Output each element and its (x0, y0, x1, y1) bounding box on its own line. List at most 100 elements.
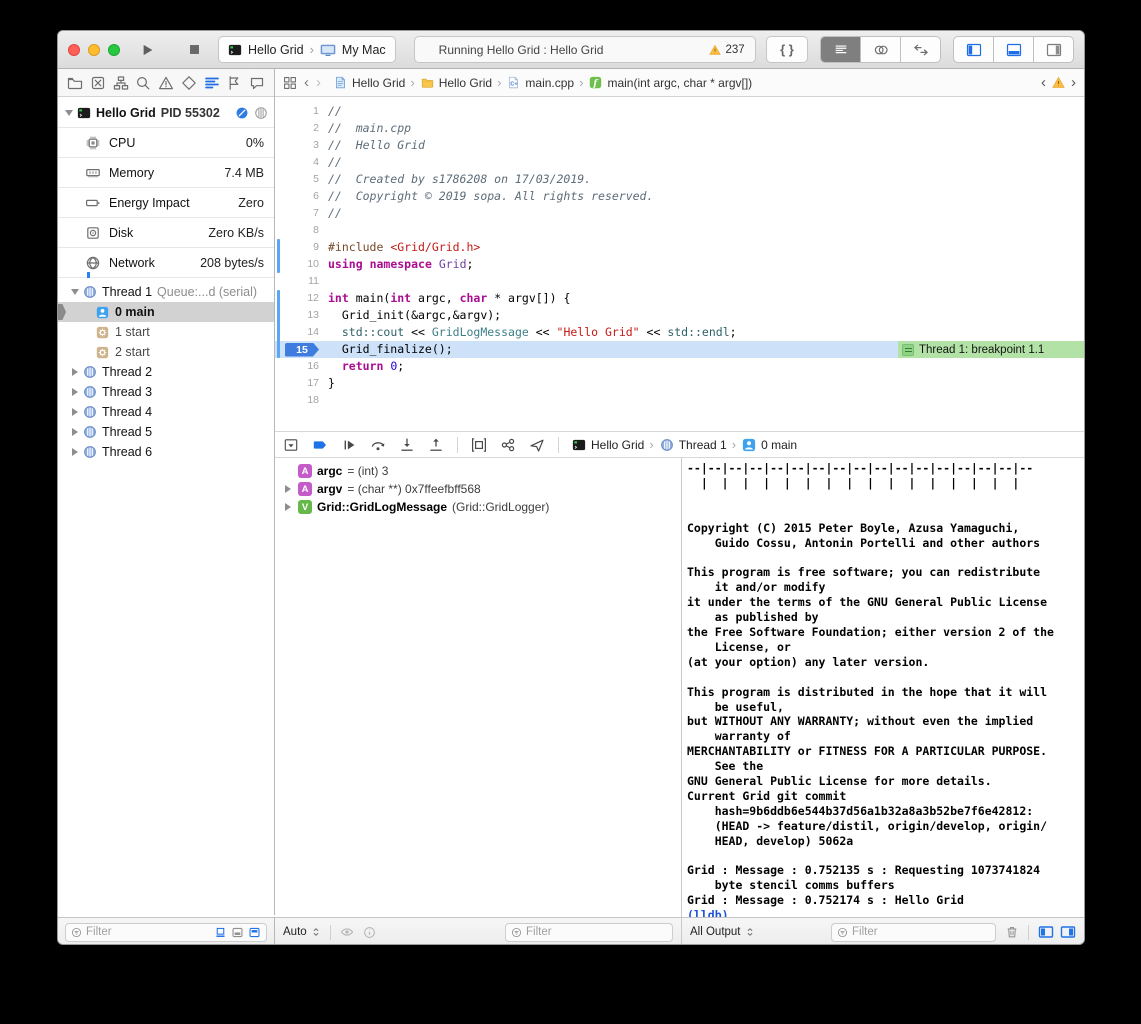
step-over-icon[interactable] (370, 437, 386, 453)
code-line-15[interactable]: 15 Grid_finalize();Thread 1: breakpoint … (275, 341, 1084, 358)
line-number[interactable]: 13 (275, 307, 319, 324)
continue-icon[interactable] (341, 437, 357, 453)
disclosure-triangle[interactable] (72, 368, 78, 376)
debug-navigator-icon[interactable] (204, 75, 220, 91)
disclosure-triangle[interactable] (65, 110, 73, 116)
gauge-row-disk[interactable]: DiskZero KB/s (58, 218, 274, 248)
thread-view-toggle-icon[interactable] (254, 106, 268, 120)
issue-navigator-icon[interactable] (158, 75, 174, 91)
location-icon[interactable] (529, 437, 545, 453)
view-mode-filter-icon[interactable] (248, 926, 261, 939)
variable-row[interactable]: VGrid::GridLogMessage(Grid::GridLogger) (275, 498, 681, 516)
toggle-debug-area-button[interactable] (994, 37, 1034, 62)
line-number[interactable]: 9 (275, 239, 319, 256)
line-number[interactable]: 6 (275, 188, 319, 205)
code-line-10[interactable]: 10using namespace Grid; (275, 256, 1084, 273)
navigator-filter-input[interactable] (86, 926, 210, 938)
disclosure-triangle[interactable] (72, 388, 78, 396)
source-control-navigator-icon[interactable] (90, 75, 106, 91)
info-icon[interactable] (363, 926, 376, 939)
step-out-icon[interactable] (428, 437, 444, 453)
line-number[interactable]: 15 (275, 341, 319, 359)
breadcrumb-item[interactable]: fmain(int argc, char * argv[]) (589, 76, 752, 90)
console-filter-field[interactable] (831, 923, 996, 942)
debug-breadcrumb-item[interactable]: 0 main (742, 438, 797, 452)
standard-editor-button[interactable] (821, 37, 861, 62)
code-line-9[interactable]: 9#include <Grid/Grid.h> (275, 239, 1084, 256)
thread-row[interactable]: Thread 6 (58, 442, 274, 462)
related-items-icon[interactable] (283, 76, 297, 90)
step-into-icon[interactable] (399, 437, 415, 453)
code-line-18[interactable]: 18 (275, 392, 1084, 409)
code-line-12[interactable]: 12int main(int argc, char * argv[]) { (275, 290, 1084, 307)
assistant-editor-button[interactable] (861, 37, 901, 62)
code-line-16[interactable]: 16 return 0; (275, 358, 1084, 375)
variables-filter-input[interactable] (526, 926, 667, 938)
console-filter-input[interactable] (852, 926, 990, 938)
code-line-3[interactable]: 3// Hello Grid (275, 137, 1084, 154)
breakpoints-toggle-icon[interactable] (312, 437, 328, 453)
close-window-button[interactable] (68, 44, 80, 56)
breadcrumb-item[interactable]: Hello Grid› (421, 75, 502, 90)
line-number[interactable]: 17 (275, 375, 319, 392)
disclosure-triangle[interactable] (72, 448, 78, 456)
toggle-inspectors-button[interactable] (1034, 37, 1073, 62)
stop-button[interactable] (180, 37, 208, 63)
variable-row[interactable]: Aargv= (char **) 0x7ffeefbff568 (275, 480, 681, 498)
breadcrumb-item[interactable]: Hello Grid› (334, 75, 415, 90)
warning-count-badge[interactable]: 237 (709, 44, 744, 56)
code-line-14[interactable]: 14 std::cout << GridLogMessage << "Hello… (275, 324, 1084, 341)
test-navigator-icon[interactable] (181, 75, 197, 91)
code-line-17[interactable]: 17} (275, 375, 1084, 392)
disclosure-triangle[interactable] (285, 485, 291, 493)
forward-button[interactable]: › (316, 75, 321, 90)
quicklook-eye-icon[interactable] (340, 925, 354, 939)
code-line-6[interactable]: 6// Copyright © 2019 sopa. All rights re… (275, 188, 1084, 205)
stack-frame-row[interactable]: 2 start (58, 342, 274, 362)
code-line-8[interactable]: 8 (275, 222, 1084, 239)
project-navigator-icon[interactable] (67, 75, 83, 91)
code-line-7[interactable]: 7// (275, 205, 1084, 222)
source-editor[interactable]: 1//2// main.cpp3// Hello Grid4//5// Crea… (275, 97, 1084, 431)
clear-console-button[interactable] (1005, 925, 1019, 939)
breakpoint-line-badge[interactable]: 15 (285, 343, 319, 357)
line-number[interactable]: 11 (275, 273, 319, 290)
minimize-window-button[interactable] (88, 44, 100, 56)
gauge-row-cpu[interactable]: CPU0% (58, 127, 274, 158)
find-navigator-icon[interactable] (135, 75, 151, 91)
stack-frame-row[interactable]: 1 start (58, 322, 274, 342)
next-issue-button[interactable]: › (1071, 75, 1076, 90)
line-number[interactable]: 14 (275, 324, 319, 341)
code-line-2[interactable]: 2// main.cpp (275, 120, 1084, 137)
variable-row[interactable]: Aargc= (int) 3 (275, 462, 681, 480)
line-number[interactable]: 1 (275, 103, 319, 120)
scheme-selector[interactable]: Hello Grid › My Mac (218, 36, 396, 63)
line-number[interactable]: 16 (275, 358, 319, 375)
toggle-navigator-button[interactable] (954, 37, 994, 62)
variables-scope-popup[interactable]: Auto (283, 926, 321, 938)
breakpoint-hit-badge[interactable]: Thread 1: breakpoint 1.1 (898, 341, 1084, 358)
gauge-row-energy-impact[interactable]: Energy ImpactZero (58, 188, 274, 218)
variables-pane-toggle[interactable] (1038, 924, 1054, 940)
pause-gauges-icon[interactable] (235, 106, 249, 120)
thread-row[interactable]: Thread 2 (58, 362, 274, 382)
thread-row[interactable]: Thread 1Queue:...d (serial) (58, 282, 274, 302)
line-number[interactable]: 5 (275, 171, 319, 188)
console-output-popup[interactable]: All Output (690, 926, 755, 938)
console-view[interactable]: --|--|--|--|--|--|--|--|--|--|--|--|--|-… (681, 458, 1084, 917)
thread-row[interactable]: Thread 3 (58, 382, 274, 402)
gauge-row-memory[interactable]: Memory7.4 MB (58, 158, 274, 188)
line-number[interactable]: 3 (275, 137, 319, 154)
stack-frame-row[interactable]: 0 main (58, 302, 274, 322)
previous-issue-button[interactable]: ‹ (1041, 75, 1046, 90)
code-line-5[interactable]: 5// Created by s1786208 on 17/03/2019. (275, 171, 1084, 188)
line-number[interactable]: 8 (275, 222, 319, 239)
run-button[interactable] (134, 37, 162, 63)
hide-debug-area-icon[interactable] (283, 437, 299, 453)
disclosure-triangle[interactable] (285, 503, 291, 511)
symbol-navigator-icon[interactable] (113, 75, 129, 91)
version-editor-button[interactable] (901, 37, 940, 62)
debug-breadcrumb-item[interactable]: Thread 1› (660, 437, 736, 452)
issue-warning-icon[interactable] (1052, 76, 1065, 89)
code-line-11[interactable]: 11 (275, 273, 1084, 290)
